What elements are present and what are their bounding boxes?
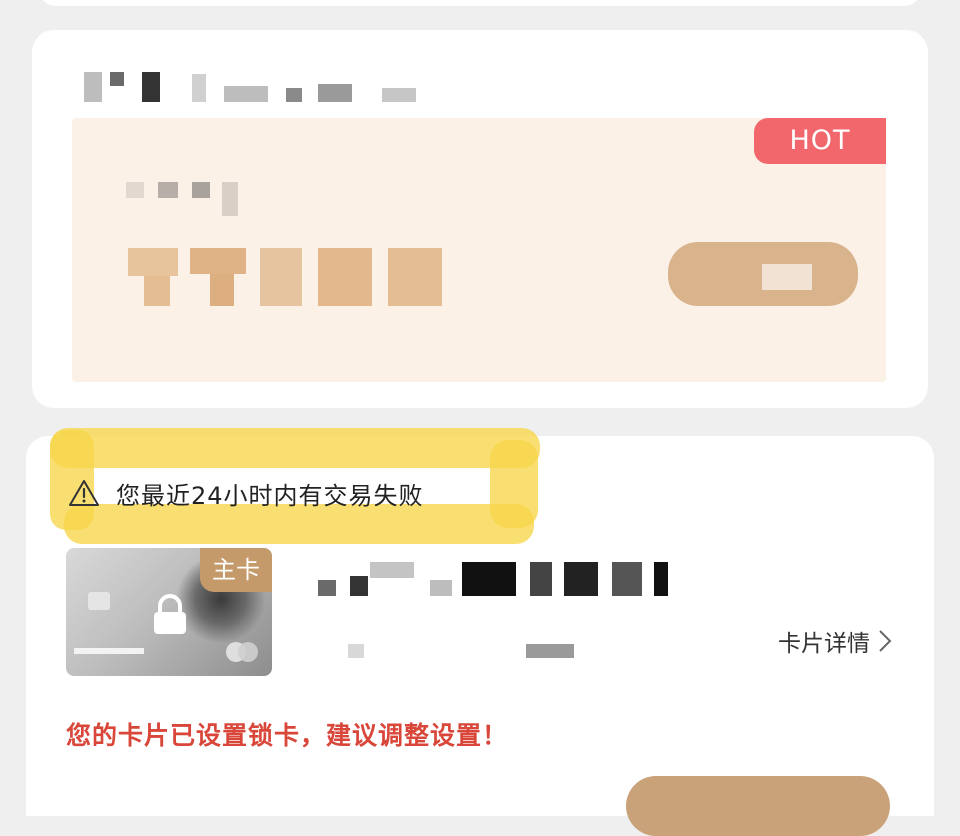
card-chip <box>88 592 110 610</box>
transaction-failed-alert[interactable]: 您最近24小时内有交易失败 <box>68 473 424 513</box>
promo-banner[interactable]: HOT <box>72 118 886 382</box>
chevron-right-icon <box>878 629 892 653</box>
alert-text: 您最近24小时内有交易失败 <box>116 481 424 510</box>
lock-icon <box>148 592 192 640</box>
hot-badge: HOT <box>754 118 886 164</box>
bank-card-image[interactable]: 主卡 <box>66 548 272 676</box>
card-detail-label: 卡片详情 <box>778 631 870 657</box>
previous-card-edge <box>38 0 922 6</box>
card-lock-notice: 您的卡片已设置锁卡，建议调整设置！ <box>66 721 509 750</box>
card-detail-link[interactable]: 卡片详情 <box>778 624 892 658</box>
primary-card-tag: 主卡 <box>200 548 272 592</box>
blurred-button-text <box>762 264 812 290</box>
card-holder-blur <box>74 648 144 654</box>
warning-triangle-icon <box>68 479 100 507</box>
mastercard-logo-icon <box>222 640 262 668</box>
adjust-settings-button[interactable] <box>626 776 890 836</box>
